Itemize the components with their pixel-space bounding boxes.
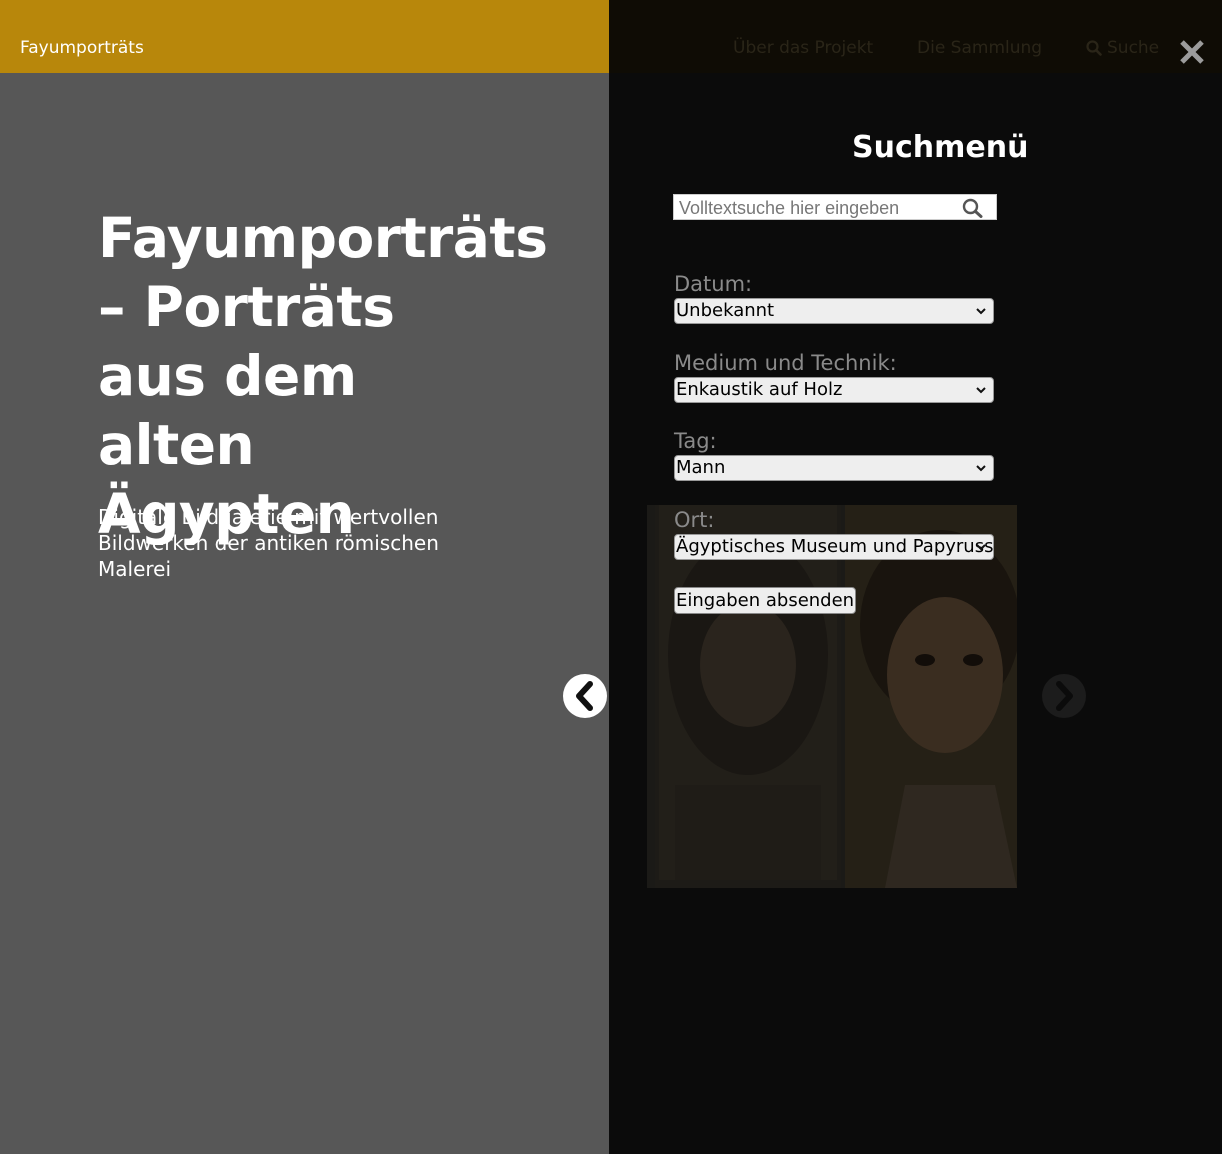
- tag-label: Tag:: [674, 429, 717, 453]
- chevron-right-icon: [1056, 681, 1073, 711]
- fulltext-search-input[interactable]: [679, 197, 959, 219]
- date-select[interactable]: Unbekannt: [674, 298, 994, 324]
- chevron-left-icon: [576, 681, 593, 711]
- hero-title: Fayumporträts – Porträts aus dem alten Ä…: [98, 206, 548, 546]
- close-icon: [1180, 40, 1204, 64]
- portrait-image-2: [845, 505, 1017, 888]
- medium-label: Medium und Technik:: [674, 351, 897, 375]
- search-icon: [1086, 40, 1102, 56]
- previous-slide-button[interactable]: [563, 674, 607, 718]
- chevron-down-icon: [976, 465, 986, 472]
- tag-select[interactable]: Mann: [674, 455, 994, 481]
- site-logo-link[interactable]: Fayumporträts: [20, 38, 144, 58]
- brand-bar: [0, 0, 609, 73]
- search-menu-heading: Suchmenü: [852, 130, 1029, 165]
- next-slide-button[interactable]: [1042, 674, 1086, 718]
- top-navigation: [609, 0, 1222, 73]
- submit-search-button[interactable]: Eingaben absenden: [674, 587, 857, 614]
- medium-select-value: Enkaustik auf Holz: [676, 379, 843, 400]
- chevron-down-icon: [976, 387, 986, 394]
- nav-about-link[interactable]: Über das Projekt: [733, 38, 873, 58]
- medium-select[interactable]: Enkaustik auf Holz: [674, 377, 994, 403]
- portrait-gallery: [647, 505, 1017, 888]
- tag-select-value: Mann: [676, 457, 726, 478]
- date-label: Datum:: [674, 272, 753, 296]
- portrait-image-1: [655, 505, 841, 888]
- place-select[interactable]: Ägyptisches Museum und Papyrussa: [674, 534, 994, 560]
- date-select-value: Unbekannt: [676, 300, 775, 321]
- place-select-value: Ägyptisches Museum und Papyrussa: [676, 536, 994, 557]
- chevron-down-icon: [976, 544, 986, 551]
- nav-collection-link[interactable]: Die Sammlung: [917, 38, 1042, 58]
- nav-search-link[interactable]: Suche: [1086, 38, 1159, 58]
- hero-subtitle: Digitale Bildgalerie mit wertvollen Bild…: [98, 505, 439, 581]
- place-label: Ort:: [674, 508, 715, 532]
- fulltext-search-box: [673, 194, 997, 220]
- close-button[interactable]: [1176, 36, 1208, 68]
- search-icon[interactable]: [962, 198, 984, 218]
- chevron-down-icon: [976, 308, 986, 315]
- nav-search-label: Suche: [1107, 38, 1160, 58]
